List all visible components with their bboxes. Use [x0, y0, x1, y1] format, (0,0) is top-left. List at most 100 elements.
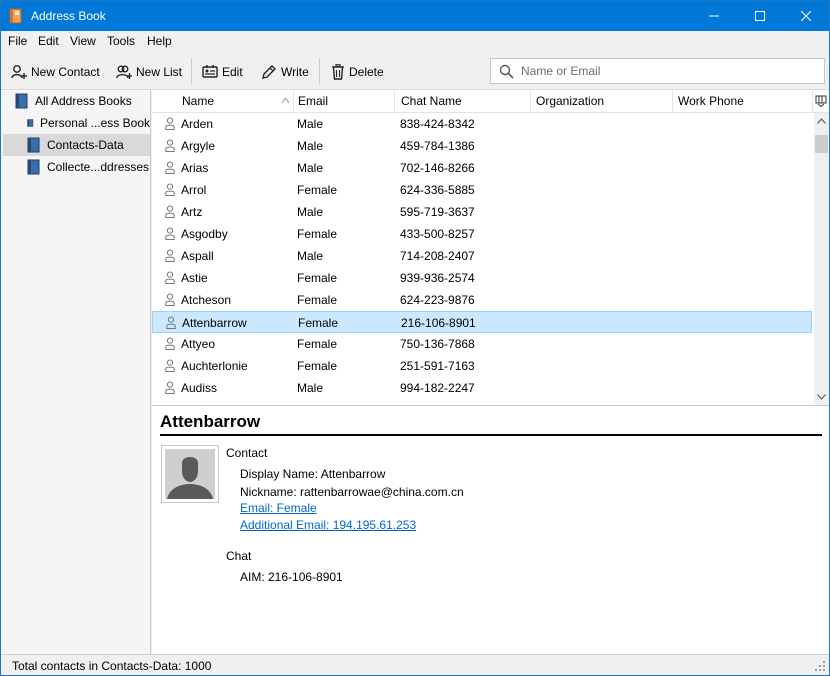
status-bar: Total contacts in Contacts-Data: 1000 [1, 654, 829, 675]
column-picker-icon[interactable] [815, 95, 827, 107]
toolbar: New Contact New List Edit Write Delete N… [1, 52, 829, 90]
cell-chat-name: 714-208-2407 [400, 249, 475, 263]
scroll-up-icon[interactable] [817, 118, 826, 124]
avatar [161, 445, 219, 503]
menu-file[interactable]: File [8, 34, 27, 48]
vertical-scrollbar[interactable] [814, 113, 829, 405]
table-row[interactable]: Astie Female 939-936-2574 [152, 267, 812, 289]
sidebar-item-label: Personal ...ess Book [39, 116, 150, 130]
table-row[interactable]: Attenbarrow Female 216-106-8901 [152, 311, 812, 333]
contact-icon [165, 381, 175, 397]
column-header-work-phone[interactable]: Work Phone [672, 90, 813, 113]
cell-email: Female [297, 359, 338, 373]
scroll-down-icon[interactable] [817, 394, 826, 400]
table-row[interactable]: Auchterlonie Female 251-591-7163 [152, 355, 812, 377]
column-header-label: Name [182, 94, 215, 108]
cell-chat-name: 624-336-5885 [400, 183, 475, 197]
column-header-chat-name[interactable]: Chat Name [395, 90, 531, 113]
heading-divider [160, 434, 822, 436]
menu-tools[interactable]: Tools [107, 34, 135, 48]
contact-icon [165, 271, 175, 287]
address-book-window: Address Book File Edit View Tools Help N… [0, 0, 830, 676]
additional-email-link[interactable]: Additional Email: 194.195.61.253 [240, 518, 416, 532]
column-header-name[interactable]: Name [176, 90, 294, 113]
cell-name: Arrol [181, 183, 207, 197]
sidebar-item-collected-addresses[interactable]: Collecte...ddresses [3, 156, 150, 178]
table-row[interactable]: Arrol Female 624-336-5885 [152, 179, 812, 201]
column-header-email[interactable]: Email [292, 90, 395, 113]
sidebar-item-label: All Address Books [35, 94, 132, 108]
minimize-icon [709, 15, 719, 17]
column-header-label: Email [298, 94, 329, 108]
cell-name: Auchterlonie [181, 359, 248, 373]
status-text: Total contacts in Contacts-Data: 1000 [12, 659, 212, 673]
email-link[interactable]: Email: Female [240, 501, 317, 515]
table-row[interactable]: Atcheson Female 624-223-9876 [152, 289, 812, 311]
cell-name: Astie [181, 271, 208, 285]
search-input[interactable] [519, 62, 819, 80]
title-bar[interactable]: Address Book [1, 1, 829, 31]
minimize-button[interactable] [691, 1, 737, 31]
contact-name-heading: Attenbarrow [160, 412, 261, 431]
cell-name: Arias [181, 161, 209, 175]
maximize-icon [755, 11, 765, 21]
contact-section-title: Contact [226, 446, 268, 460]
sidebar-item-contacts-data[interactable]: Contacts-Data [3, 134, 150, 156]
scrollbar-thumb[interactable] [815, 135, 828, 153]
contact-icon [165, 161, 175, 177]
sidebar-item-personal-address-book[interactable]: Personal ...ess Book [3, 112, 150, 134]
contact-icon [166, 316, 176, 332]
search-box[interactable] [490, 58, 825, 84]
address-book-icon [15, 93, 28, 109]
contact-icon [165, 117, 175, 133]
contact-icon [165, 293, 175, 309]
cell-name: Arden [181, 117, 214, 131]
cell-email: Male [297, 139, 324, 153]
sidebar-item-all-address-books[interactable]: All Address Books [3, 90, 150, 112]
cell-chat-name: 994-182-2247 [400, 381, 475, 395]
cell-email: Female [298, 316, 339, 330]
table-row[interactable]: Artz Male 595-719-3637 [152, 201, 812, 223]
table-row[interactable]: Arden Male 838-424-8342 [152, 113, 812, 135]
menu-edit[interactable]: Edit [38, 34, 59, 48]
address-book-icon [27, 119, 34, 127]
cell-email: Male [297, 205, 324, 219]
delete-button[interactable]: Delete [331, 62, 384, 82]
menu-help[interactable]: Help [147, 34, 172, 48]
cell-chat-name: 459-784-1386 [400, 139, 475, 153]
contact-icon [165, 359, 175, 375]
edit-button[interactable]: Edit [202, 62, 243, 82]
table-row[interactable]: Argyle Male 459-784-1386 [152, 135, 812, 157]
contact-icon [165, 139, 175, 155]
write-button[interactable]: Write [261, 62, 309, 82]
cell-chat-name: 216-106-8901 [401, 316, 476, 330]
table-row[interactable]: Arias Male 702-146-8266 [152, 157, 812, 179]
contact-icon [165, 249, 175, 265]
table-row[interactable]: Aspall Male 714-208-2407 [152, 245, 812, 267]
cell-chat-name: 939-936-2574 [400, 271, 475, 285]
column-header-organization[interactable]: Organization [530, 90, 673, 113]
sidebar-item-label: Collecte...ddresses [47, 160, 150, 174]
cell-email: Male [297, 161, 324, 175]
address-book-tree: All Address Books Personal ...ess Book C… [1, 90, 151, 654]
maximize-button[interactable] [737, 1, 783, 31]
address-book-icon [27, 137, 40, 153]
cell-chat-name: 750-136-7868 [400, 337, 475, 351]
new-contact-icon [11, 65, 27, 79]
menu-view[interactable]: View [70, 34, 96, 48]
display-name-line: Display Name: Attenbarrow [240, 467, 386, 481]
table-row[interactable]: Audiss Male 994-182-2247 [152, 377, 812, 399]
cell-name: Artz [181, 205, 203, 219]
edit-label: Edit [222, 65, 243, 79]
resize-grip-icon[interactable] [814, 660, 826, 672]
contact-detail-pane: Attenbarrow Contact Display Name: Attenb… [152, 405, 829, 654]
table-row[interactable]: Attyeo Female 750-136-7868 [152, 333, 812, 355]
email-line: Email: Female [240, 501, 317, 515]
table-row[interactable]: Asgodby Female 433-500-8257 [152, 223, 812, 245]
cell-name: Argyle [181, 139, 216, 153]
new-contact-button[interactable]: New Contact [11, 62, 100, 82]
cell-chat-name: 838-424-8342 [400, 117, 475, 131]
window-title: Address Book [31, 9, 106, 23]
new-list-button[interactable]: New List [116, 62, 182, 82]
close-button[interactable] [783, 1, 829, 31]
